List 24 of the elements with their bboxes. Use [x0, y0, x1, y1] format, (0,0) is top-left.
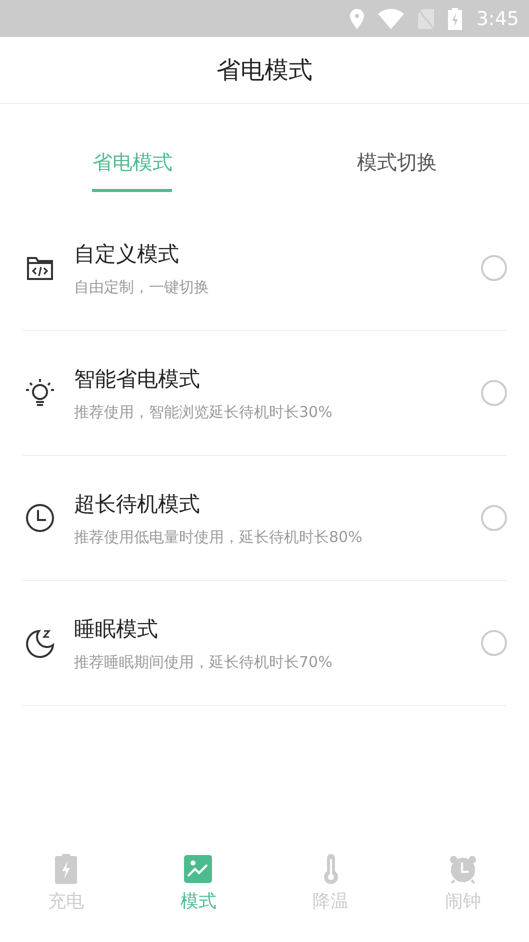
mode-description: 推荐使用，智能浏览延长待机时长30% — [74, 402, 334, 422]
battery-charging-icon — [448, 8, 462, 30]
page-title: 省电模式 — [216, 55, 312, 86]
mode-description: 推荐睡眠期间使用，延长待机时长70% — [74, 652, 334, 672]
moon-sleep-icon — [24, 627, 56, 659]
radio-button[interactable] — [481, 505, 507, 531]
mode-title: 睡眠模式 — [74, 616, 159, 642]
mode-description: 推荐使用低电量时使用，延长待机时长80% — [74, 528, 364, 546]
tab[interactable]: 模式切换 — [356, 104, 437, 192]
mode-title: 超长待机模式 — [74, 490, 201, 518]
radio-button[interactable] — [481, 255, 507, 281]
alarm-clock-icon — [448, 853, 478, 885]
location-icon — [350, 8, 364, 28]
tab[interactable]: 省电模式 — [92, 104, 172, 192]
mode-title: 智能省电模式 — [74, 366, 201, 392]
wifi-icon — [378, 8, 404, 28]
nav-tab[interactable]: 模式 — [132, 852, 264, 934]
radio-button[interactable] — [481, 380, 507, 406]
mode-description: 自由定制，一键切换 — [74, 278, 210, 296]
chart-icon — [183, 853, 214, 885]
mode-title: 自定义模式 — [74, 240, 180, 268]
clock-icon — [24, 502, 56, 534]
lightbulb-icon — [24, 377, 56, 409]
radio-button[interactable] — [481, 630, 507, 656]
